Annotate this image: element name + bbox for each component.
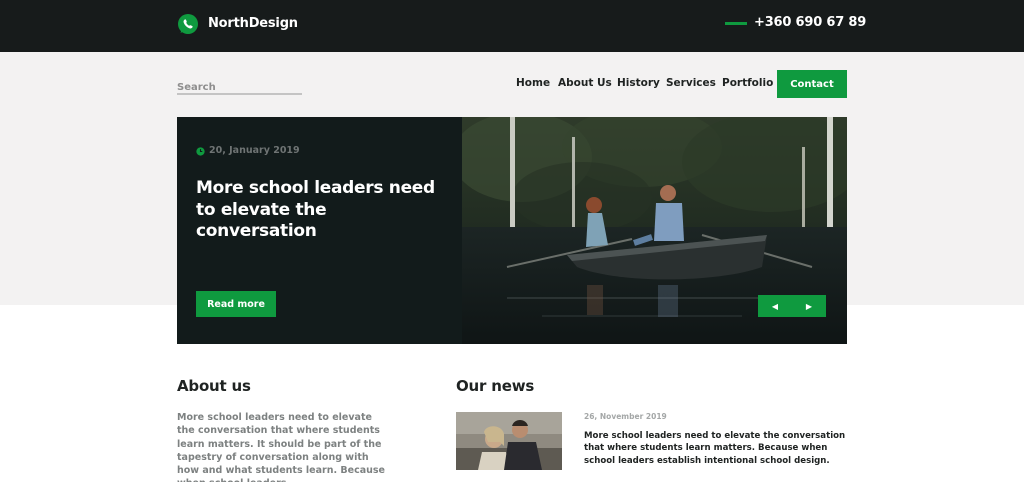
whatsapp-icon[interactable] [177,13,199,35]
hero-date: 20, January 2019 [209,145,300,156]
news-text[interactable]: More school leaders need to elevate the … [584,430,849,467]
nav-item-about-us[interactable]: About Us [558,77,612,89]
hero-title[interactable]: More school leaders need to elevate the … [196,178,446,243]
top-bar: NorthDesign +360 690 67 89 [0,0,1024,52]
chevron-left-icon[interactable]: ◀ [758,295,792,317]
nav-item-home[interactable]: Home [516,77,550,89]
news-title: Our news [456,377,535,395]
read-more-button[interactable]: Read more [196,291,276,317]
search-box [177,75,302,95]
chevron-right-icon[interactable]: ▶ [792,295,826,317]
news-date: 26, November 2019 [584,412,667,421]
phone-number[interactable]: +360 690 67 89 [754,15,866,30]
search-input[interactable] [177,80,302,93]
about-text: More school leaders need to elevate the … [177,412,385,482]
brand-name[interactable]: NorthDesign [208,16,298,31]
nav-item-history[interactable]: History [617,77,660,89]
about-title: About us [177,377,251,395]
news-thumbnail[interactable] [456,412,562,470]
phone-accent-line [725,22,747,25]
slider-controls: ◀ ▶ [758,295,826,317]
nav-item-portfolio[interactable]: Portfolio [722,77,773,89]
hero-slider: 20, January 2019 More school leaders nee… [177,117,847,344]
hero-text-panel: 20, January 2019 More school leaders nee… [177,117,462,344]
nav-item-services[interactable]: Services [666,77,716,89]
clock-icon [196,147,205,156]
contact-button[interactable]: Contact [777,70,847,98]
